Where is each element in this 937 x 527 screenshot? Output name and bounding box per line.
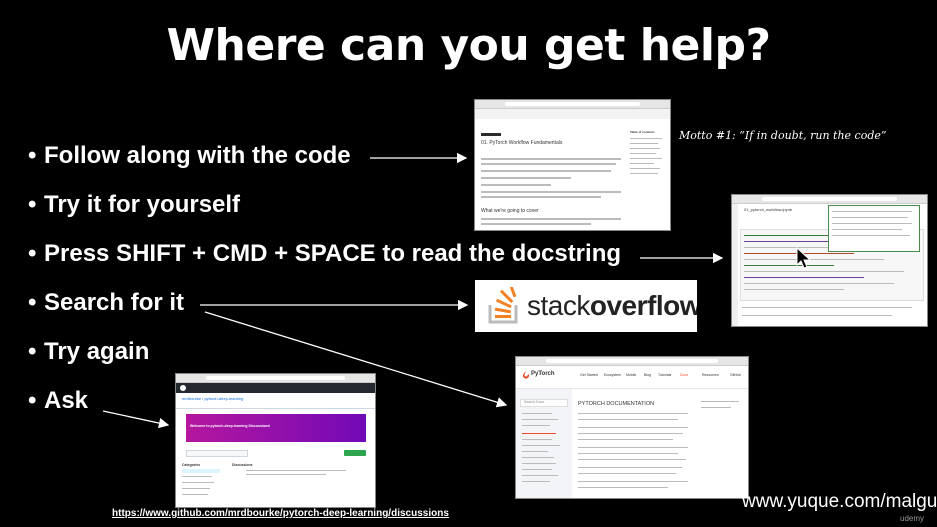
nav-get-started[interactable]: Get Started [580, 373, 598, 377]
motto-text: Motto #1: “If in doubt, run the code” [679, 129, 887, 142]
github-icon [180, 385, 186, 391]
toc-title: Table of contents [630, 130, 655, 134]
discussions-label: Discussions [232, 463, 253, 467]
stackoverflow-icon [488, 287, 518, 324]
discussions-link[interactable]: https://www.github.com/mrdbourke/pytorch… [112, 508, 449, 519]
stackoverflow-logo: stackoverflow [475, 280, 697, 332]
new-discussion-button[interactable] [344, 450, 366, 456]
browser-bar [475, 100, 670, 109]
nav-resources[interactable]: Resources [702, 373, 719, 377]
pytorch-logo-text: PyTorch [531, 371, 555, 377]
udemy-logo: udemy [900, 514, 925, 523]
categories-label: Categories [182, 463, 201, 467]
search-docs-placeholder: Search Docs [524, 400, 545, 404]
browser-bar [732, 195, 927, 204]
browser-bar [176, 374, 375, 383]
colab-screenshot: 01_pytorch_workflow.ipynb [731, 194, 928, 327]
pytorch-docs-screenshot: PyTorch Get Started Ecosystem Mobile Blo… [515, 356, 749, 499]
nav-blog[interactable]: Blog [644, 373, 651, 377]
nav-github[interactable]: GitHub [730, 373, 741, 377]
github-discussions-screenshot: mrdbourke / pytorch-deep-learning Welcom… [175, 373, 376, 508]
workflow-subheading: What we're going to cover [481, 208, 539, 214]
repo-name: mrdbourke / pytorch-deep-learning [182, 396, 244, 401]
docs-heading: PYTORCH DOCUMENTATION [578, 401, 655, 407]
workflow-heading: 01. PyTorch Workflow Fundamentals [481, 140, 563, 146]
nav-mobile[interactable]: Mobile [626, 373, 636, 377]
stackoverflow-word-stack: stack [527, 290, 590, 321]
workflow-docs-screenshot: 01. PyTorch Workflow Fundamentals What w… [474, 99, 671, 231]
nav-tutorials[interactable]: Tutorials [658, 373, 671, 377]
notebook-name: 01_pytorch_workflow.ipynb [744, 207, 793, 212]
cursor-icon [796, 247, 812, 269]
arrow-to-github [102, 410, 170, 429]
stackoverflow-word-overflow: overflow [589, 290, 697, 321]
pytorch-header [516, 366, 748, 389]
search-discussions-input[interactable] [186, 450, 248, 457]
welcome-banner-text: Welcome to pytorch-deep-learning Discuss… [190, 424, 271, 428]
browser-bar [516, 357, 748, 366]
nav-ecosystem[interactable]: Ecosystem [604, 373, 621, 377]
github-header [176, 383, 375, 393]
pytorch-flame-icon [523, 371, 529, 379]
nav-docs[interactable]: Docs [680, 373, 688, 377]
welcome-banner [186, 414, 366, 442]
watermark: www.yuque.com/malguy [742, 491, 937, 512]
